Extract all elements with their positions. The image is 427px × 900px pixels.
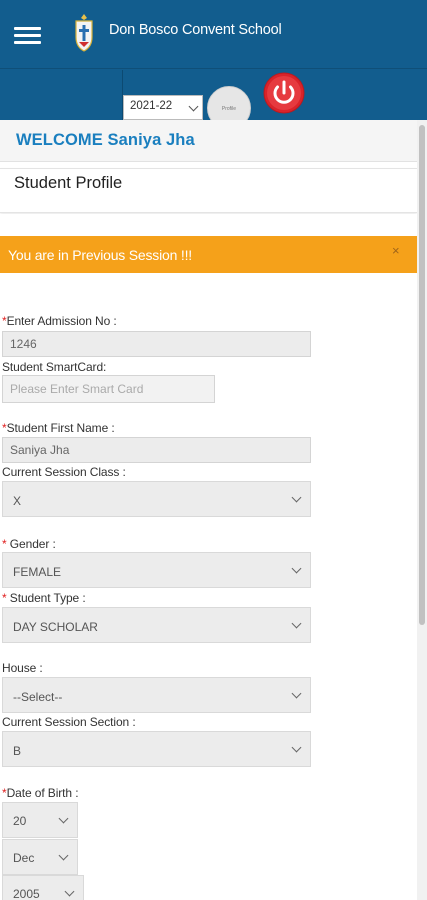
dob-day-select[interactable]: 20 — [2, 802, 78, 838]
class-label: Current Session Class : — [2, 465, 126, 479]
power-icon[interactable] — [263, 72, 305, 114]
chevron-down-icon — [291, 742, 302, 753]
dob-month-value: Dec — [13, 851, 35, 865]
chevron-down-icon — [291, 688, 302, 699]
page-title: Student Profile — [14, 174, 123, 192]
chevron-down-icon — [58, 813, 69, 824]
class-select[interactable]: X — [2, 481, 311, 517]
dob-month-select[interactable]: Dec — [2, 839, 78, 875]
chevron-down-icon — [291, 492, 302, 503]
student-type-label: * Student Type : — [2, 591, 86, 605]
admission-label: *Enter Admission No : — [2, 314, 117, 328]
first-name-input[interactable]: Saniya Jha — [2, 437, 311, 463]
student-type-select-value: DAY SCHOLAR — [13, 620, 98, 634]
first-name-label: *Student First Name : — [2, 421, 115, 435]
gender-label: * Gender : — [2, 537, 56, 551]
house-select[interactable]: --Select-- — [2, 677, 311, 713]
welcome-text: WELCOME Saniya Jha — [16, 131, 195, 149]
admission-input[interactable]: 1246 — [2, 331, 311, 357]
chevron-down-icon — [291, 618, 302, 629]
student-type-select[interactable]: DAY SCHOLAR — [2, 607, 311, 643]
dob-label: *Date of Birth : — [2, 786, 79, 800]
session-select[interactable]: 2021-22 — [123, 95, 203, 120]
alert-message: You are in Previous Session !!! — [8, 247, 192, 263]
class-select-value: X — [13, 494, 22, 508]
school-name: Don Bosco Convent School — [109, 22, 282, 38]
house-label: House : — [2, 661, 43, 675]
house-select-value: --Select-- — [13, 690, 63, 704]
chevron-down-icon — [188, 101, 199, 112]
chevron-down-icon — [291, 563, 302, 574]
chevron-down-icon — [58, 850, 69, 861]
section-select-value: B — [13, 744, 22, 758]
smartcard-label: Student SmartCard: — [2, 360, 107, 374]
section-select[interactable]: B — [2, 731, 311, 767]
close-icon[interactable]: × — [392, 243, 400, 258]
scrollbar-thumb[interactable] — [419, 125, 425, 625]
dob-year-value: 2005 — [13, 887, 40, 900]
section-label: Current Session Section : — [2, 715, 136, 729]
dob-year-select[interactable]: 2005 — [2, 875, 84, 900]
smartcard-input[interactable]: Please Enter Smart Card — [2, 375, 215, 403]
school-logo — [75, 14, 93, 52]
menu-icon[interactable] — [14, 25, 42, 45]
gender-select-value: FEMALE — [13, 565, 62, 579]
gender-select[interactable]: FEMALE — [2, 552, 311, 588]
session-select-value: 2021-22 — [130, 100, 173, 112]
dob-day-value: 20 — [13, 814, 27, 828]
chevron-down-icon — [64, 886, 75, 897]
